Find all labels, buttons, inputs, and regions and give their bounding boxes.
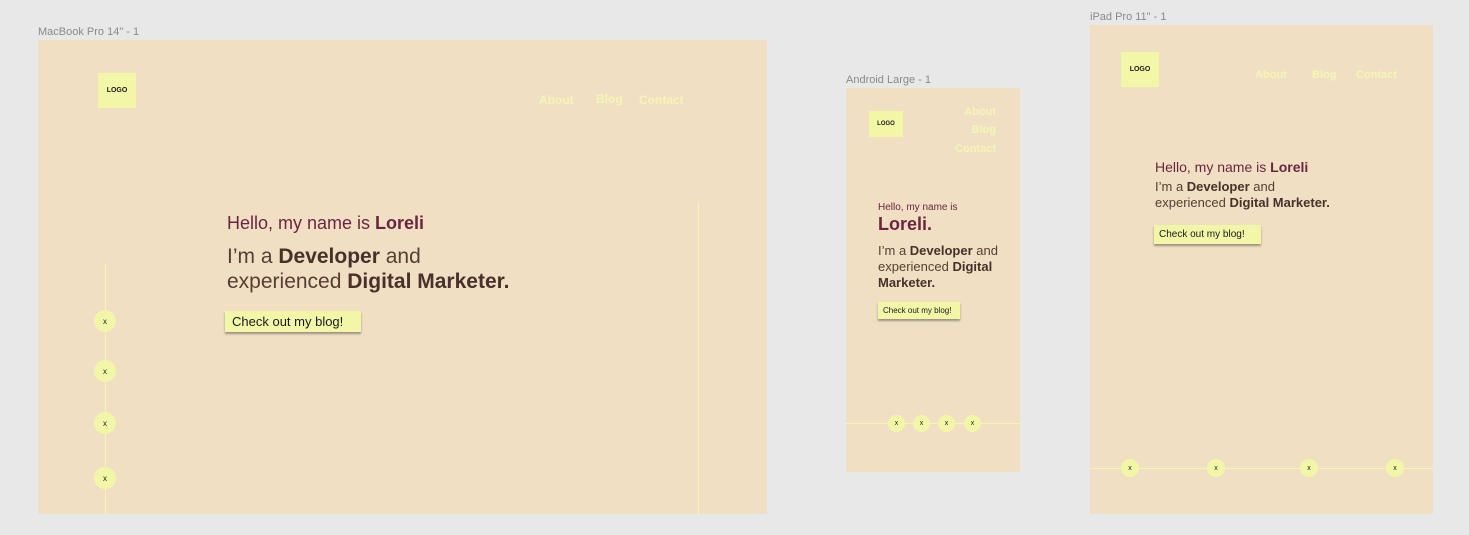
tagline-and: and [379,245,421,268]
social-rail [1090,468,1433,469]
logo[interactable]: LOGO [869,111,903,137]
nav-contact[interactable]: Contact [955,143,996,155]
tagline-im: I’m a [1155,179,1187,194]
hero-tagline: I’m a Developer and experienced Digital … [878,243,1008,291]
hero-name: Loreli [1270,159,1309,175]
tagline-im: I’m a [227,245,279,268]
nav-contact[interactable]: Contact [639,93,684,107]
nav-blog[interactable]: Blog [596,92,623,106]
social-icon[interactable]: x [1121,459,1139,477]
blog-button[interactable]: Check out my blog! [1154,225,1261,244]
macbook-frame: LOGO About Blog Contact Hello, my name i… [38,40,767,514]
tagline-im: I’m a [878,243,910,258]
blog-button[interactable]: Check out my blog! [878,302,960,319]
tagline-marketer: Digital Marketer. [1229,195,1330,210]
nav-blog[interactable]: Blog [972,124,996,136]
hello-prefix: Hello, my name is [227,213,376,233]
hello-prefix: Hello, my name is [1155,159,1271,175]
hero-tagline: I’m a Developer and experienced Digital … [227,244,587,294]
social-icon[interactable]: x [1207,459,1225,477]
tagline-marketer: Digital Marketer. [347,270,510,293]
ipad-frame-label: iPad Pro 11" - 1 [1090,11,1167,23]
tagline-role: Developer [909,243,973,258]
hero-name: Loreli [375,213,425,233]
ipad-frame: LOGO About Blog Contact Hello, my name i… [1090,25,1433,514]
logo[interactable]: LOGO [98,73,136,108]
android-frame: LOGO About Blog Contact Hello, my name i… [846,88,1020,472]
hello-heading: Hello, my name is [878,202,958,213]
nav-about[interactable]: About [539,93,574,107]
nav-about[interactable]: About [964,106,996,118]
tagline-and: and [1249,179,1275,194]
tagline-experienced: experienced [227,270,348,293]
social-icon[interactable]: x [94,360,116,382]
social-icon[interactable]: x [1386,459,1404,477]
nav-contact[interactable]: Contact [1356,69,1397,81]
social-icon[interactable]: x [94,467,116,489]
social-icon[interactable]: x [888,415,905,432]
tagline-role: Developer [1186,179,1250,194]
hello-heading: Hello, my name is Loreli [227,213,424,234]
social-icon[interactable]: x [938,415,955,432]
nav-blog[interactable]: Blog [1312,69,1336,81]
social-icon[interactable]: x [913,415,930,432]
hero-tagline: I’m a Developer and experienced Digital … [1155,179,1395,211]
social-icon[interactable]: x [94,310,116,332]
macbook-frame-label: MacBook Pro 14" - 1 [38,26,140,38]
social-icon[interactable]: x [1300,459,1318,477]
social-icon[interactable]: x [94,412,116,434]
hero-name: Loreli. [878,214,933,234]
social-icon[interactable]: x [964,415,981,432]
social-rail [846,423,1020,424]
nav-about[interactable]: About [1255,69,1287,81]
tagline-role: Developer [278,245,380,268]
tagline-experienced: experienced [1155,195,1230,210]
android-frame-label: Android Large - 1 [846,74,931,86]
hello-heading: Hello, my name is Loreli [1155,159,1308,175]
logo[interactable]: LOGO [1121,52,1159,87]
blog-button[interactable]: Check out my blog! [225,311,361,332]
right-rail [698,202,699,514]
